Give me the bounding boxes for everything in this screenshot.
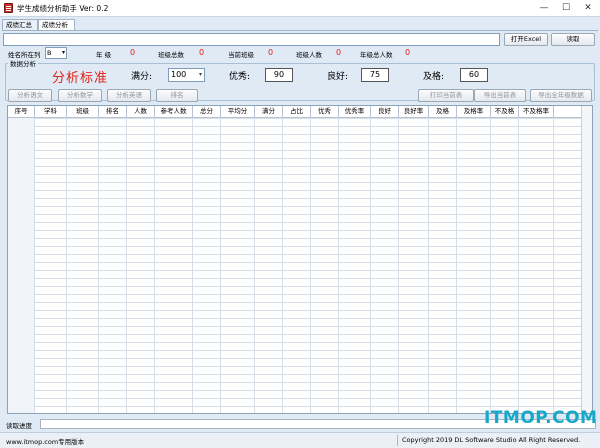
maximize-button[interactable]: ☐ xyxy=(555,0,577,16)
column-divider xyxy=(220,118,221,413)
class-count-value: 0 xyxy=(336,48,342,57)
current-class-value: 0 xyxy=(268,48,274,57)
full-score-label: 满分: xyxy=(131,72,153,82)
excellent-input[interactable]: 90 xyxy=(265,68,293,82)
grade-value: 0 xyxy=(130,48,136,57)
column-divider xyxy=(490,118,491,413)
column-divider xyxy=(553,118,554,413)
class-total-label: 班级总数 xyxy=(158,51,184,59)
column-header[interactable]: 参考人数 xyxy=(155,106,193,118)
column-header[interactable]: 优秀 xyxy=(311,106,339,118)
name-column-select[interactable]: B ▾ xyxy=(45,47,67,59)
column-divider xyxy=(192,118,193,413)
column-header[interactable]: 不及格 xyxy=(491,106,519,118)
column-divider xyxy=(66,118,67,413)
analysis-standard-title: 分析标准 xyxy=(52,71,109,86)
title-bar: 学生成绩分析助手 Ver: 0.2 — ☐ ✕ xyxy=(0,0,600,17)
current-class-label: 当前班级 xyxy=(228,51,254,59)
column-divider xyxy=(310,118,311,413)
column-header[interactable]: 总分 xyxy=(193,106,221,118)
pass-input[interactable]: 60 xyxy=(460,68,488,82)
column-header[interactable]: 满分 xyxy=(255,106,283,118)
chevron-down-icon: ▾ xyxy=(198,71,202,78)
grade-total-label: 年级总人数 xyxy=(360,51,393,59)
vertical-scrollbar[interactable] xyxy=(581,106,592,413)
column-divider xyxy=(338,118,339,413)
column-divider xyxy=(282,118,283,413)
column-divider xyxy=(456,118,457,413)
column-header[interactable]: 不及格率 xyxy=(519,106,554,118)
class-count-label: 班级人数 xyxy=(296,51,322,59)
chevron-down-icon: ▾ xyxy=(61,49,65,56)
column-divider xyxy=(254,118,255,413)
column-divider xyxy=(370,118,371,413)
minimize-button[interactable]: — xyxy=(533,0,555,16)
export-current-button[interactable]: 导出当前表 xyxy=(474,89,526,102)
analyze-english-button[interactable]: 分析英语 xyxy=(107,89,151,102)
column-header[interactable]: 人数 xyxy=(127,106,155,118)
grade-label: 年 级 xyxy=(96,51,112,59)
analyze-math-button[interactable]: 分析数学 xyxy=(58,89,102,102)
table-header: 序号 学科 班级 排名 人数 参考人数 总分 平均分 满分 占比 优秀 优秀率 良好 良好率 及格 及格率 不及… xyxy=(8,106,592,118)
column-header[interactable]: 学科 xyxy=(35,106,67,118)
status-bar: www.itmop.com专用版本 Copyright 2019 DL Soft… xyxy=(0,432,600,448)
read-button[interactable]: 读取 xyxy=(551,33,595,46)
progress-label: 读取进度 xyxy=(6,422,32,430)
column-divider xyxy=(518,118,519,413)
export-all-button[interactable]: 导出全年级数据 xyxy=(530,89,592,102)
window-title: 学生成绩分析助手 Ver: 0.2 xyxy=(17,4,109,13)
analysis-table[interactable]: 序号 学科 班级 排名 人数 参考人数 总分 平均分 满分 占比 优秀 优秀率 良好 良好率 及格 及格率 不及… xyxy=(7,105,593,414)
good-input[interactable]: 75 xyxy=(361,68,389,82)
file-path-input[interactable] xyxy=(3,33,500,46)
grade-total-value: 0 xyxy=(405,48,411,57)
close-button[interactable]: ✕ xyxy=(577,0,599,16)
print-table-button[interactable]: 打印当前表 xyxy=(418,89,474,102)
column-header[interactable]: 及格率 xyxy=(457,106,491,118)
name-column-value: B xyxy=(47,49,52,57)
status-copyright: Copyright 2019 DL Software Studio All Ri… xyxy=(402,436,581,444)
column-header[interactable]: 占比 xyxy=(283,106,311,118)
tab-divider xyxy=(2,30,598,31)
column-header[interactable]: 序号 xyxy=(8,106,35,118)
site-watermark: ITMOP.COM xyxy=(484,408,598,428)
column-divider xyxy=(428,118,429,413)
column-header[interactable]: 良好率 xyxy=(399,106,429,118)
full-score-select[interactable]: 100 ▾ xyxy=(168,68,205,82)
column-header[interactable]: 良好 xyxy=(371,106,399,118)
row-header-column xyxy=(8,118,35,413)
column-divider xyxy=(126,118,127,413)
status-edition: www.itmop.com专用版本 xyxy=(6,438,85,446)
class-total-value: 0 xyxy=(199,48,205,57)
status-divider xyxy=(397,435,398,446)
app-icon xyxy=(4,3,13,13)
column-header[interactable]: 排名 xyxy=(99,106,127,118)
table-body[interactable] xyxy=(8,118,592,413)
pass-label: 及格: xyxy=(423,72,445,82)
column-header[interactable]: 班级 xyxy=(67,106,99,118)
column-header[interactable]: 优秀率 xyxy=(339,106,371,118)
analyze-chinese-button[interactable]: 分析语文 xyxy=(8,89,52,102)
column-divider xyxy=(98,118,99,413)
column-divider xyxy=(154,118,155,413)
open-excel-button[interactable]: 打开Excel xyxy=(504,33,548,46)
column-divider xyxy=(34,118,35,413)
excellent-label: 优秀: xyxy=(229,72,251,82)
column-header[interactable]: 平均分 xyxy=(221,106,255,118)
good-label: 良好: xyxy=(327,72,349,82)
data-analysis-legend: 数据分析 xyxy=(8,58,38,68)
column-header[interactable]: 及格 xyxy=(429,106,457,118)
rank-button[interactable]: 排名 xyxy=(156,89,198,102)
column-divider xyxy=(398,118,399,413)
full-score-value: 100 xyxy=(171,70,187,79)
